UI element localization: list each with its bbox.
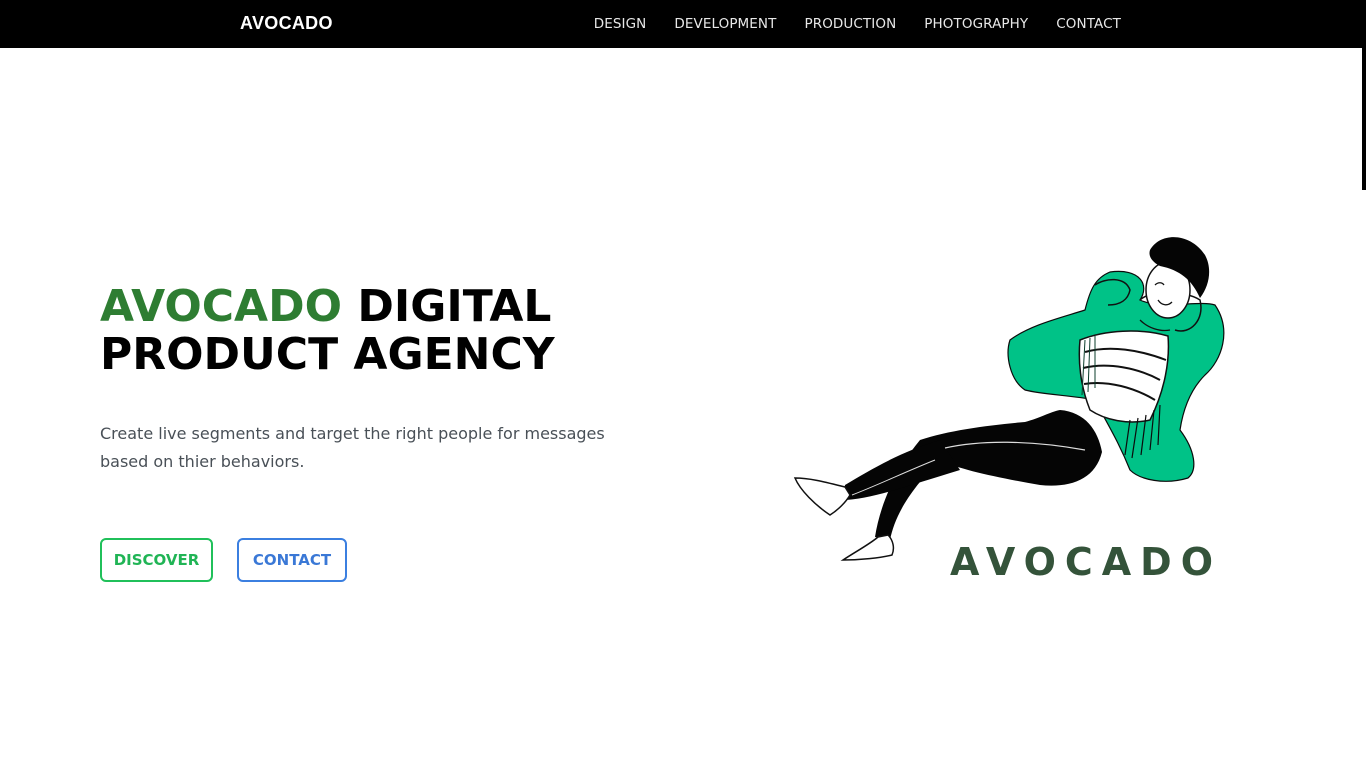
nav-link-photography[interactable]: PHOTOGRAPHY: [924, 16, 1028, 32]
nav-link-contact[interactable]: CONTACT: [1056, 16, 1121, 32]
nav-link-design[interactable]: DESIGN: [594, 16, 647, 32]
scrollbar-thumb[interactable]: [1362, 48, 1366, 190]
navbar: AVOCADO DESIGN DEVELOPMENT PRODUCTION PH…: [0, 0, 1366, 48]
hero-title: AVOCADO DIGITAL PRODUCT AGENCY: [100, 283, 660, 379]
hero-description: Create live segments and target the righ…: [100, 424, 605, 471]
brand-logo[interactable]: AVOCADO: [240, 13, 333, 34]
nav-link-development[interactable]: DEVELOPMENT: [674, 16, 776, 32]
nav-link-production[interactable]: PRODUCTION: [804, 16, 896, 32]
hero-title-line1: DIGITAL: [342, 281, 552, 332]
contact-button[interactable]: CONTACT: [237, 538, 347, 582]
hero-title-line2: PRODUCT AGENCY: [100, 329, 555, 380]
discover-button[interactable]: DISCOVER: [100, 538, 213, 582]
nav-links: DESIGN DEVELOPMENT PRODUCTION PHOTOGRAPH…: [594, 0, 1121, 48]
hero-title-accent: AVOCADO: [100, 281, 343, 332]
avocado-logo-text: AVOCADO: [950, 540, 1223, 584]
